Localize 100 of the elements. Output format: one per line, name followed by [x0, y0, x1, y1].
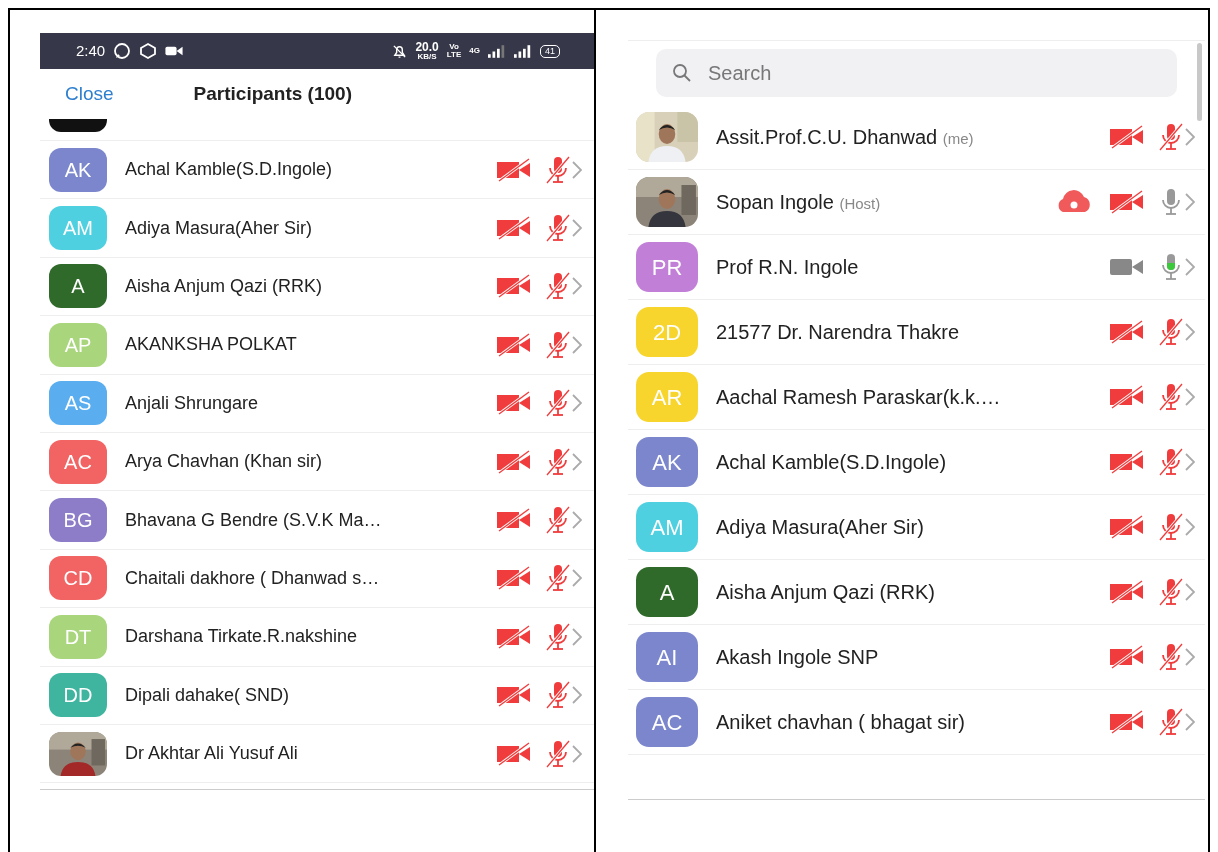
role-tag: (me) — [942, 130, 974, 147]
chevron-right-icon — [1185, 193, 1195, 211]
participant-row[interactable]: AM Adiya Masura(Aher Sir) — [628, 495, 1205, 560]
participant-name: Prof R.N. Ingole — [716, 255, 860, 280]
avatar: 2D — [636, 307, 698, 357]
avatar: AP — [49, 322, 107, 367]
participant-row[interactable]: Assit.Prof.C.U. Dhanwad (me) — [628, 105, 1205, 170]
participant-row[interactable]: AR Aachal Ramesh Paraskar(k.k.… — [628, 365, 1205, 430]
chevron-right-icon — [1185, 648, 1195, 666]
participant-row[interactable]: AM Adiya Masura(Aher Sir) — [40, 199, 594, 258]
participant-name: AKANKSHA POLKAT — [125, 333, 298, 357]
participant-name: Sopan Ingole — [716, 191, 834, 213]
participant-name: Aachal Ramesh Paraskar(k.k.… — [716, 385, 1002, 410]
avatar: PR — [636, 242, 698, 292]
close-button[interactable]: Close — [65, 79, 114, 109]
volte-label: Vo — [449, 43, 459, 51]
chevron-right-icon — [572, 219, 582, 238]
avatar: A — [636, 567, 698, 617]
video-camera-icon — [165, 45, 184, 57]
participant-row[interactable]: AI Akash Ingole SNP — [628, 625, 1205, 690]
avatar: AI — [636, 632, 698, 682]
chevron-right-icon — [1185, 453, 1195, 471]
chevron-right-icon — [572, 277, 582, 296]
participant-row[interactable]: AS Anjali Shrungare — [40, 374, 594, 433]
participant-name: Dipali dahake( SND) — [125, 683, 291, 707]
participant-row[interactable]: CD Chaitali dakhore ( Dhanwad s… — [40, 549, 594, 609]
avatar: AC — [49, 439, 107, 484]
participant-name: Dr Akhtar Ali Yusuf Ali — [125, 742, 299, 766]
chevron-right-icon — [572, 627, 582, 646]
participant-name: Darshana Tirkate.R.nakshine — [125, 625, 359, 649]
cube-icon — [139, 42, 158, 60]
clock-time: 2:40 — [76, 40, 106, 61]
participant-row[interactable]: DT Darshana Tirkate.R.nakshine — [40, 608, 594, 667]
participant-name: Bhavana G Bendre (S.V.K Ma… — [125, 508, 383, 532]
chevron-right-icon — [572, 686, 582, 705]
chevron-right-icon — [572, 569, 582, 588]
signal-icon — [514, 44, 532, 58]
search-field[interactable]: Search — [656, 49, 1177, 97]
participant-row[interactable]: PR Prof R.N. Ingole — [628, 235, 1205, 300]
chevron-right-icon — [1185, 583, 1195, 601]
participant-row[interactable]: A Aisha Anjum Qazi (RRK) — [628, 560, 1205, 625]
avatar: AR — [636, 372, 698, 422]
avatar: DD — [49, 673, 107, 718]
chevron-right-icon — [572, 335, 582, 354]
participant-name: Anjali Shrungare — [125, 391, 260, 415]
search-icon — [672, 63, 692, 83]
panel-title: Participants (100) — [193, 81, 352, 106]
chevron-right-icon — [572, 452, 582, 471]
participant-row[interactable]: AK Achal Kamble(S.D.Ingole) — [628, 430, 1205, 495]
network-speed: 20.0 — [415, 41, 439, 53]
participant-row[interactable]: AC Aniket chavhan ( bhagat sir) — [628, 690, 1205, 755]
chevron-right-icon — [572, 160, 582, 179]
participant-row[interactable]: Sopan Ingole (Host) — [628, 170, 1205, 235]
participant-name: Adiya Masura(Aher Sir) — [716, 515, 925, 540]
chevron-right-icon — [1185, 388, 1195, 406]
avatar: AC — [636, 697, 698, 747]
volte-label: LTE — [446, 51, 462, 59]
chevron-right-icon — [1185, 323, 1195, 341]
chat-bubble-icon — [113, 42, 132, 60]
chevron-right-icon — [1185, 258, 1195, 276]
chevron-right-icon — [572, 511, 582, 530]
participant-name: Chaitali dakhore ( Dhanwad s… — [125, 566, 381, 590]
avatar: DT — [49, 614, 107, 659]
speed-unit: KB/S — [417, 53, 437, 61]
participant-row[interactable]: AC Arya Chavhan (Khan sir) — [40, 432, 594, 492]
participant-name: Achal Kamble(S.D.Ingole) — [716, 450, 948, 475]
chevron-right-icon — [572, 744, 582, 763]
participant-name: Assit.Prof.C.U. Dhanwad — [716, 126, 938, 148]
avatar: A — [49, 264, 107, 309]
participant-row[interactable]: DD Dipali dahake( SND) — [40, 666, 594, 725]
signal-icon — [488, 44, 506, 58]
network-type: 4G — [469, 47, 480, 55]
participant-name: Aisha Anjum Qazi (RRK) — [125, 274, 324, 298]
chevron-right-icon — [1185, 713, 1195, 731]
participant-name: Achal Kamble(S.D.Ingole) — [125, 158, 334, 182]
participant-row[interactable]: A Aisha Anjum Qazi (RRK) — [40, 257, 594, 317]
search-input[interactable]: Search — [706, 57, 1106, 89]
participant-row[interactable]: Dr Akhtar Ali Yusuf Ali — [40, 724, 594, 784]
avatar: AM — [49, 206, 107, 251]
chevron-right-icon — [1185, 128, 1195, 146]
bell-off-icon — [392, 43, 408, 59]
avatar: CD — [49, 556, 107, 601]
participant-name: Arya Chavhan (Khan sir) — [125, 450, 324, 474]
avatar: AM — [636, 502, 698, 552]
chevron-right-icon — [1185, 518, 1195, 536]
participant-row[interactable]: BG Bhavana G Bendre (S.V.K Ma… — [40, 491, 594, 550]
participant-name: Aisha Anjum Qazi (RRK) — [716, 580, 936, 605]
battery-level: 41 — [540, 44, 560, 58]
participant-name: Aniket chavhan ( bhagat sir) — [716, 710, 967, 735]
role-tag: (Host) — [839, 195, 881, 212]
participant-row[interactable]: AK Achal Kamble(S.D.Ingole) — [40, 141, 594, 200]
participant-row[interactable]: 2D 21577 Dr. Narendra Thakre — [628, 300, 1205, 365]
chevron-right-icon — [572, 394, 582, 413]
avatar: AK — [49, 147, 107, 192]
participant-name: 21577 Dr. Narendra Thakre — [716, 320, 961, 345]
participant-row[interactable]: AP AKANKSHA POLKAT — [40, 316, 594, 375]
avatar: AS — [49, 381, 107, 426]
avatar: AK — [636, 437, 698, 487]
avatar: BG — [49, 498, 107, 543]
participant-name: Adiya Masura(Aher Sir) — [125, 216, 314, 240]
